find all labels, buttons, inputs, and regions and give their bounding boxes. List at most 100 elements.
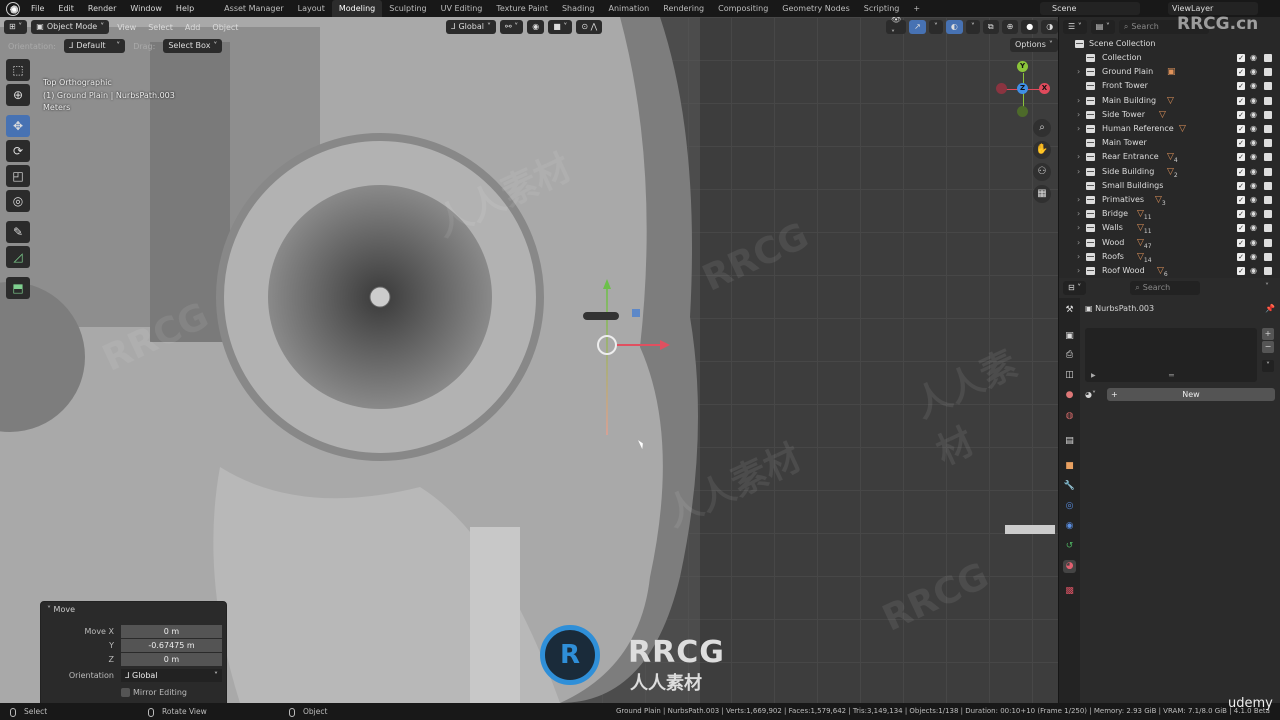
scale-tool[interactable]: ◰ <box>6 165 30 187</box>
exclude-checkbox[interactable]: ✓ <box>1237 82 1245 91</box>
gizmo-axis-x[interactable]: X <box>1039 83 1050 94</box>
visibility-eye-icon[interactable]: ◉ <box>1250 122 1257 136</box>
remove-slot-button[interactable]: − <box>1262 341 1274 353</box>
tab-uv-editing[interactable]: UV Editing <box>434 0 490 17</box>
expand-arrow-icon[interactable]: › <box>1077 150 1080 164</box>
display-mode-dropdown[interactable]: ▤ ˅ <box>1090 20 1115 34</box>
annotate-tool[interactable]: ✎ <box>6 221 30 243</box>
gizmo-x-arrow[interactable] <box>660 340 670 350</box>
move-panel-header[interactable]: ˅ Move <box>47 605 75 614</box>
outliner-item[interactable]: › Roofs ▽14 ✓ ◉ <box>1059 250 1280 264</box>
cursor-tool[interactable]: ⊕ <box>6 84 30 106</box>
tab-animation[interactable]: Animation <box>601 0 656 17</box>
new-material-button[interactable]: + New <box>1107 388 1275 401</box>
menu-add[interactable]: Add <box>181 23 205 32</box>
gizmo-center-circle[interactable] <box>597 335 617 355</box>
visibility-eye-icon[interactable]: ◉ <box>1250 207 1257 221</box>
outliner-item[interactable]: › Human Reference ▽ ✓ ◉ <box>1059 122 1280 136</box>
chevron-down-icon[interactable]: ˅ <box>1265 282 1269 291</box>
snap-toggle[interactable]: ◉ <box>527 20 545 34</box>
outliner-item[interactable]: › Wood ▽47 ✓ ◉ <box>1059 236 1280 250</box>
render-camera-icon[interactable] <box>1264 110 1272 119</box>
pivot-point-dropdown[interactable]: ⚯ ˅ <box>500 20 524 34</box>
visibility-eye-icon[interactable]: ◉ <box>1250 179 1257 193</box>
measure-tool[interactable]: ◿ <box>6 246 30 268</box>
menu-select[interactable]: Select <box>144 23 177 32</box>
texture-tab-icon[interactable]: ▩ <box>1063 585 1076 598</box>
gizmo-x-axis[interactable] <box>616 344 664 346</box>
modifier-wrench-icon[interactable]: 🔧 <box>1063 480 1076 493</box>
outliner-item[interactable]: › Ground Plain ▣ ✓ ◉ <box>1059 65 1280 79</box>
exclude-checkbox[interactable]: ✓ <box>1237 267 1245 275</box>
tab-sculpting[interactable]: Sculpting <box>382 0 433 17</box>
outliner-item[interactable]: Collection ✓ ◉ <box>1059 51 1280 65</box>
menu-render[interactable]: Render <box>81 0 123 17</box>
rotate-tool[interactable]: ⟳ <box>6 140 30 162</box>
editor-type-button[interactable]: ⊞ ˅ <box>4 20 28 34</box>
visibility-eye-icon[interactable]: ◉ <box>1250 221 1257 235</box>
expand-arrow-icon[interactable]: › <box>1077 122 1080 136</box>
xray-toggle[interactable]: ⧉ <box>982 20 999 34</box>
collection-tab-icon[interactable]: ▤ <box>1063 435 1076 448</box>
view-layer-tab-icon[interactable]: ◫ <box>1063 369 1076 382</box>
render-camera-icon[interactable] <box>1264 54 1272 62</box>
expand-arrow-icon[interactable]: › <box>1077 94 1080 108</box>
add-cube-tool[interactable]: ⬒ <box>6 277 30 299</box>
exclude-checkbox[interactable]: ✓ <box>1237 54 1245 62</box>
shading-material[interactable]: ◑ <box>1041 20 1058 34</box>
move-y-field[interactable]: -0.67475 m <box>121 639 222 652</box>
outliner-item[interactable]: › Side Tower ▽ ✓ ◉ <box>1059 108 1280 122</box>
expand-arrow-icon[interactable]: › <box>1077 221 1080 235</box>
render-camera-icon[interactable] <box>1264 82 1272 91</box>
render-camera-icon[interactable] <box>1264 167 1272 176</box>
gizmo-plane-handle[interactable] <box>632 309 640 317</box>
expand-arrow-icon[interactable]: › <box>1077 250 1080 264</box>
data-tab-icon[interactable]: ◕ <box>1063 560 1076 573</box>
render-camera-icon[interactable] <box>1264 96 1272 105</box>
physics-tab-icon[interactable]: ◉ <box>1063 520 1076 533</box>
render-camera-icon[interactable] <box>1264 139 1272 148</box>
mirror-editing-checkbox[interactable] <box>121 688 130 697</box>
properties-editor-type[interactable]: ⊟ ˅ <box>1063 281 1087 295</box>
visibility-eye-icon[interactable]: ◉ <box>1250 264 1257 278</box>
gizmo-axis-y[interactable]: Y <box>1017 61 1028 72</box>
drag-dropdown[interactable]: Select Box ˅ <box>163 39 223 53</box>
render-tab-icon[interactable]: ▣ <box>1063 330 1076 343</box>
shading-wireframe[interactable]: ⊕ <box>1001 20 1019 34</box>
render-camera-icon[interactable] <box>1264 196 1272 204</box>
add-workspace-button[interactable]: + <box>906 0 927 17</box>
tool-tab-icon[interactable]: ⚒ <box>1063 304 1076 317</box>
scene-selector[interactable]: Scene <box>1040 2 1140 15</box>
move-x-field[interactable]: 0 m <box>121 625 222 638</box>
navigation-gizmo[interactable]: Y Z X <box>990 57 1058 127</box>
render-camera-icon[interactable] <box>1264 224 1272 233</box>
overlay-dropdown[interactable]: ˅ <box>965 20 980 34</box>
tab-geometry-nodes[interactable]: Geometry Nodes <box>775 0 856 17</box>
gizmo-dropdown[interactable]: ˅ <box>928 20 943 34</box>
object-type-icon[interactable]: ▣ <box>1167 65 1176 79</box>
particles-tab-icon[interactable]: ◎ <box>1063 500 1076 513</box>
tab-texture-paint[interactable]: Texture Paint <box>489 0 555 17</box>
pin-icon[interactable]: 📌 <box>1265 302 1275 316</box>
perspective-toggle-icon[interactable]: ▦ <box>1033 185 1051 203</box>
select-box-tool[interactable]: ⬚ <box>6 59 30 81</box>
exclude-checkbox[interactable]: ✓ <box>1237 167 1245 176</box>
proportional-editing-toggle[interactable]: ⊙ ⋀ <box>576 20 603 34</box>
transform-orientation-dropdown[interactable]: ⅃ Global ˅ <box>446 20 496 34</box>
gizmo-y-arrow[interactable] <box>603 279 611 289</box>
expand-arrow-icon[interactable]: › <box>1077 165 1080 179</box>
gizmo-axis-z[interactable]: Z <box>1017 83 1028 94</box>
material-slot-list[interactable]: ▶ ═ <box>1085 328 1257 382</box>
visibility-eye-icon[interactable]: ◉ <box>1250 250 1257 264</box>
outliner-item[interactable]: › Walls ▽11 ✓ ◉ <box>1059 221 1280 235</box>
resize-handle[interactable]: ═ <box>1169 371 1174 380</box>
exclude-checkbox[interactable]: ✓ <box>1237 68 1245 77</box>
expand-arrow-icon[interactable]: › <box>1077 207 1080 221</box>
exclude-checkbox[interactable]: ✓ <box>1237 110 1245 119</box>
visibility-dropdown[interactable]: 👁 ˅ <box>886 17 907 38</box>
visibility-eye-icon[interactable]: ◉ <box>1250 136 1257 150</box>
visibility-eye-icon[interactable]: ◉ <box>1250 79 1257 93</box>
exclude-checkbox[interactable]: ✓ <box>1237 181 1245 190</box>
move-z-field[interactable]: 0 m <box>121 653 222 666</box>
tab-compositing[interactable]: Compositing <box>711 0 775 17</box>
